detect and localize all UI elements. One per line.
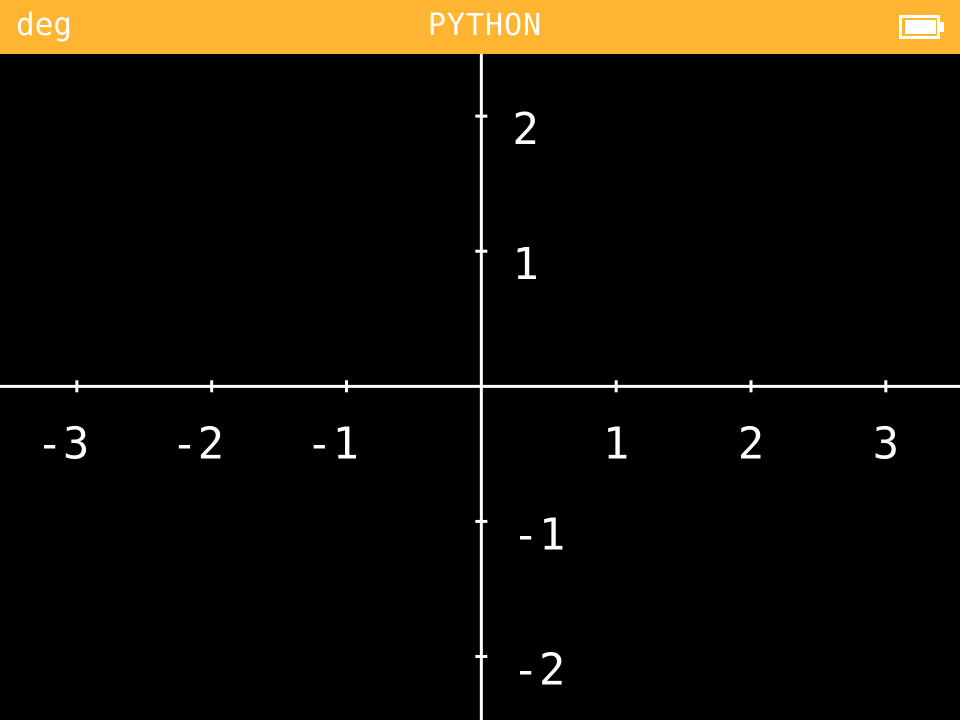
y-tick-label--2: -2	[512, 645, 565, 696]
y-tick-label-2: 2	[512, 104, 539, 155]
x-tick-label--3: -3	[36, 418, 89, 469]
coordinate-plane[interactable]: -3 -2 -1 1 2 3 2 1 -1 -2	[0, 54, 960, 720]
x-tick-label-2: 2	[738, 418, 765, 469]
y-axis-labels: 2 1 -1 -2	[512, 104, 565, 695]
x-tick-label--1: -1	[306, 418, 359, 469]
x-tick-label--2: -2	[171, 418, 224, 469]
y-tick-label-1: 1	[512, 239, 539, 290]
battery-full-icon	[899, 15, 944, 39]
x-tick-label-1: 1	[603, 418, 630, 469]
status-bar: deg PYTHON	[0, 0, 960, 54]
x-tick-label-3: 3	[873, 418, 900, 469]
x-axis-labels: -3 -2 -1 1 2 3	[36, 418, 899, 469]
y-tick-label--1: -1	[512, 509, 565, 560]
python-graph-screen: deg PYTHON -3 -2 -1 1 2 3 2 1 -1 -2	[0, 0, 960, 720]
graph-area[interactable]: -3 -2 -1 1 2 3 2 1 -1 -2	[0, 54, 960, 720]
app-title: PYTHON	[427, 8, 543, 43]
